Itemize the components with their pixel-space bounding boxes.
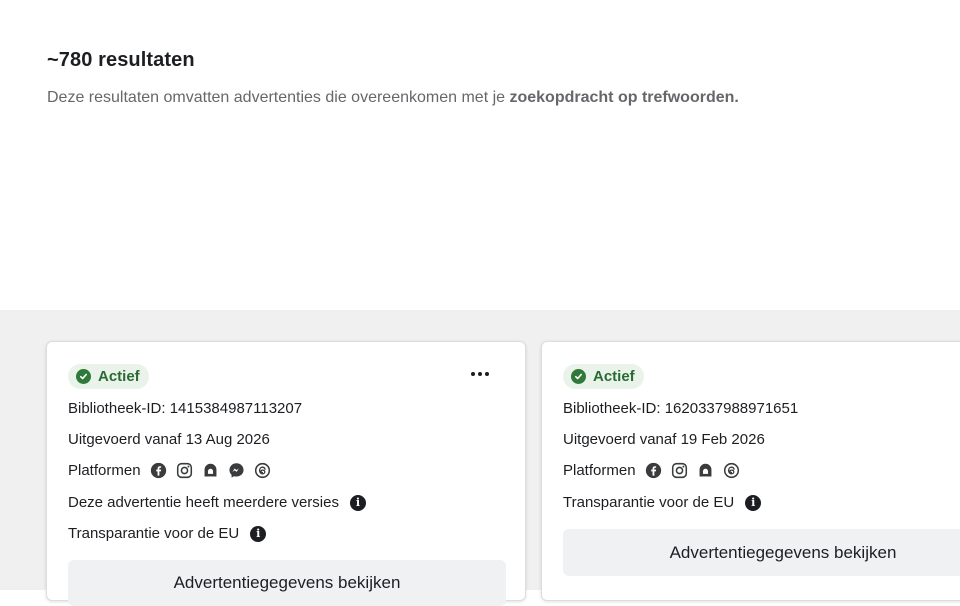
info-icon[interactable]: i bbox=[250, 525, 267, 542]
eu-transparency-label: Transparantie voor de EU bbox=[68, 525, 240, 542]
check-circle-icon bbox=[571, 369, 586, 384]
results-count: ~780 resultaten bbox=[47, 49, 195, 71]
status-badge: Actief bbox=[563, 364, 644, 389]
versions-note: Deze advertentie heeft meerdere versies bbox=[68, 494, 339, 511]
view-ad-details-button[interactable]: Advertentiegegevens bekijken bbox=[563, 529, 960, 576]
threads-icon bbox=[723, 462, 740, 479]
facebook-icon bbox=[150, 462, 167, 479]
ad-card: Actief Bibliotheek-ID: 1415384987113207 … bbox=[46, 341, 526, 606]
results-description: Deze resultaten omvatten advertenties di… bbox=[47, 89, 739, 107]
platforms-row: Platformen bbox=[68, 462, 271, 479]
run-since: Uitgevoerd vanaf 13 Aug 2026 bbox=[68, 431, 270, 448]
info-icon[interactable]: i bbox=[349, 494, 366, 511]
platforms-label: Platformen bbox=[68, 462, 141, 479]
eu-transparency-row: Transparantie voor de EU i bbox=[68, 525, 267, 542]
platforms-row: Platformen bbox=[563, 462, 740, 479]
threads-icon bbox=[254, 462, 271, 479]
library-id: Bibliotheek-ID: 1415384987113207 bbox=[68, 400, 303, 417]
platforms-label: Platformen bbox=[563, 462, 636, 479]
check-circle-icon bbox=[76, 369, 91, 384]
results-description-text: Deze resultaten omvatten advertenties di… bbox=[47, 89, 510, 106]
info-icon[interactable]: i bbox=[745, 494, 762, 511]
audience-network-icon bbox=[697, 462, 714, 479]
status-label: Actief bbox=[98, 368, 140, 385]
run-since: Uitgevoerd vanaf 19 Feb 2026 bbox=[563, 431, 765, 448]
instagram-icon bbox=[176, 462, 193, 479]
versions-row: Deze advertentie heeft meerdere versies … bbox=[68, 494, 366, 511]
keyword-search-link[interactable]: zoekopdracht op trefwoorden. bbox=[509, 89, 738, 106]
messenger-icon bbox=[228, 462, 245, 479]
ad-card: Actief Bibliotheek-ID: 1620337988971651 … bbox=[541, 341, 960, 601]
status-label: Actief bbox=[593, 368, 635, 385]
view-ad-details-button[interactable]: Advertentiegegevens bekijken bbox=[68, 560, 506, 606]
facebook-icon bbox=[645, 462, 662, 479]
status-badge: Actief bbox=[68, 364, 149, 389]
results-header: ~780 resultaten Deze resultaten omvatten… bbox=[0, 0, 960, 310]
eu-transparency-label: Transparantie voor de EU bbox=[563, 494, 735, 511]
eu-transparency-row: Transparantie voor de EU i bbox=[563, 494, 762, 511]
more-options-icon[interactable] bbox=[471, 372, 489, 376]
library-id: Bibliotheek-ID: 1620337988971651 bbox=[563, 400, 799, 417]
audience-network-icon bbox=[202, 462, 219, 479]
instagram-icon bbox=[671, 462, 688, 479]
